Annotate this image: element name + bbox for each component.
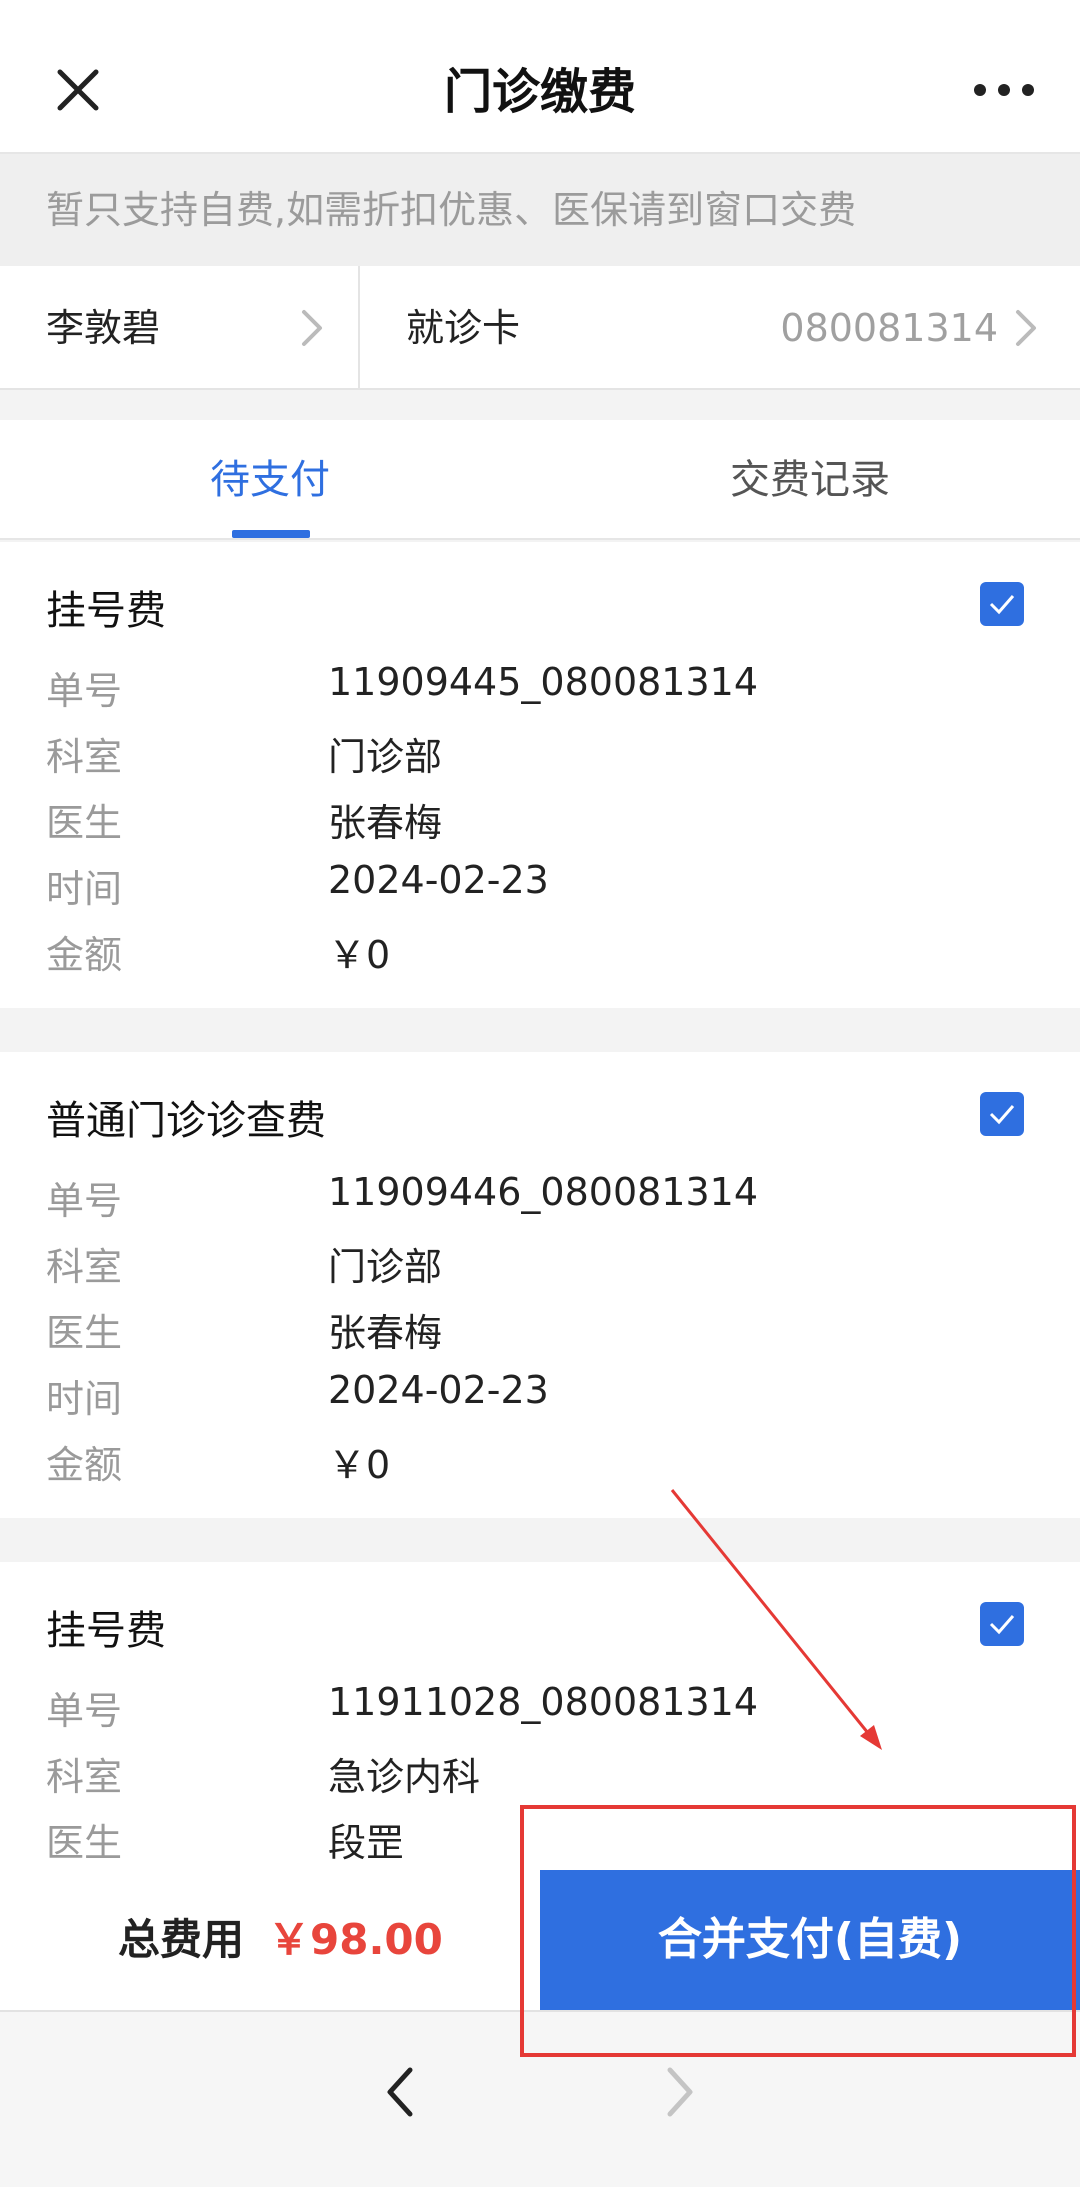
- doctor-label: 医生: [46, 1821, 123, 1865]
- dept-value: 门诊部: [328, 735, 443, 779]
- amount-label: 金额: [46, 933, 123, 977]
- bill-card[interactable]: 挂号费 单号 11909445_080081314 科室 门诊部 医生 张春梅 …: [0, 542, 1080, 1008]
- bill-title: 挂号费: [46, 588, 166, 634]
- bill-card[interactable]: 普通门诊诊查费 单号 11909446_080081314 科室 门诊部 医生 …: [0, 1052, 1080, 1518]
- card-label: 就诊卡: [406, 306, 521, 350]
- chevron-right-icon: [1016, 310, 1036, 346]
- amount-value: ￥0: [328, 933, 391, 977]
- merge-pay-button[interactable]: 合并支付(自费): [540, 1870, 1080, 2010]
- amount-label: 金额: [46, 1443, 123, 1487]
- top-nav-bar: [0, 0, 1080, 154]
- dept-value: 急诊内科: [328, 1755, 481, 1799]
- forward-arrow-icon[interactable]: [660, 2062, 700, 2122]
- time-value: 2024-02-23: [328, 1368, 549, 1412]
- checkbox-checked-icon[interactable]: [980, 582, 1024, 626]
- order-label: 单号: [46, 1689, 123, 1733]
- dept-value: 门诊部: [328, 1245, 443, 1289]
- tab-bar: 待支付 交费记录: [0, 420, 1080, 540]
- chevron-right-icon: [302, 310, 322, 346]
- dept-label: 科室: [46, 1245, 123, 1289]
- card-selector[interactable]: 就诊卡 080081314: [362, 266, 1080, 390]
- bill-title: 普通门诊诊查费: [46, 1098, 326, 1144]
- bill-card[interactable]: 挂号费 单号 11911028_080081314 科室 急诊内科 医生 段罡: [0, 1562, 1080, 1870]
- doctor-value: 张春梅: [328, 1311, 443, 1355]
- payment-bar: 总费用 ￥98.00 合并支付(自费): [0, 1870, 1080, 2010]
- doctor-value: 段罡: [328, 1821, 405, 1865]
- patient-name: 李敦碧: [46, 306, 161, 350]
- doctor-label: 医生: [46, 801, 123, 845]
- checkbox-checked-icon[interactable]: [980, 1602, 1024, 1646]
- order-label: 单号: [46, 669, 123, 713]
- notice-banner: 暂只支持自费,如需折扣优惠、医保请到窗口交费: [0, 154, 1080, 266]
- patient-name-selector[interactable]: 李敦碧: [0, 266, 360, 390]
- time-value: 2024-02-23: [328, 858, 549, 902]
- order-value: 11909446_080081314: [328, 1170, 759, 1214]
- close-icon[interactable]: [48, 60, 108, 120]
- tab-payment-records[interactable]: 交费记录: [680, 420, 940, 540]
- patient-selector-row: 李敦碧 就诊卡 080081314: [0, 266, 1080, 390]
- order-label: 单号: [46, 1179, 123, 1223]
- order-value: 11911028_080081314: [328, 1680, 759, 1724]
- more-icon[interactable]: [970, 70, 1040, 110]
- dept-label: 科室: [46, 1755, 123, 1799]
- doctor-label: 医生: [46, 1311, 123, 1355]
- total-label: 总费用: [118, 1915, 245, 1964]
- time-label: 时间: [46, 867, 123, 911]
- total-amount: ￥98.00: [268, 1915, 443, 1964]
- back-arrow-icon[interactable]: [380, 2062, 420, 2122]
- amount-value: ￥0: [328, 1443, 391, 1487]
- dept-label: 科室: [46, 735, 123, 779]
- checkbox-checked-icon[interactable]: [980, 1092, 1024, 1136]
- bill-title: 挂号费: [46, 1608, 166, 1654]
- card-number: 080081314: [780, 306, 998, 350]
- tab-pending[interactable]: 待支付: [140, 420, 400, 540]
- browser-nav-bar: [0, 2010, 1080, 2187]
- doctor-value: 张春梅: [328, 801, 443, 845]
- order-value: 11909445_080081314: [328, 660, 759, 704]
- tab-active-indicator: [232, 530, 310, 538]
- time-label: 时间: [46, 1377, 123, 1421]
- payment-page: 门诊缴费 暂只支持自费,如需折扣优惠、医保请到窗口交费 李敦碧 就诊卡 0800…: [0, 0, 1080, 2187]
